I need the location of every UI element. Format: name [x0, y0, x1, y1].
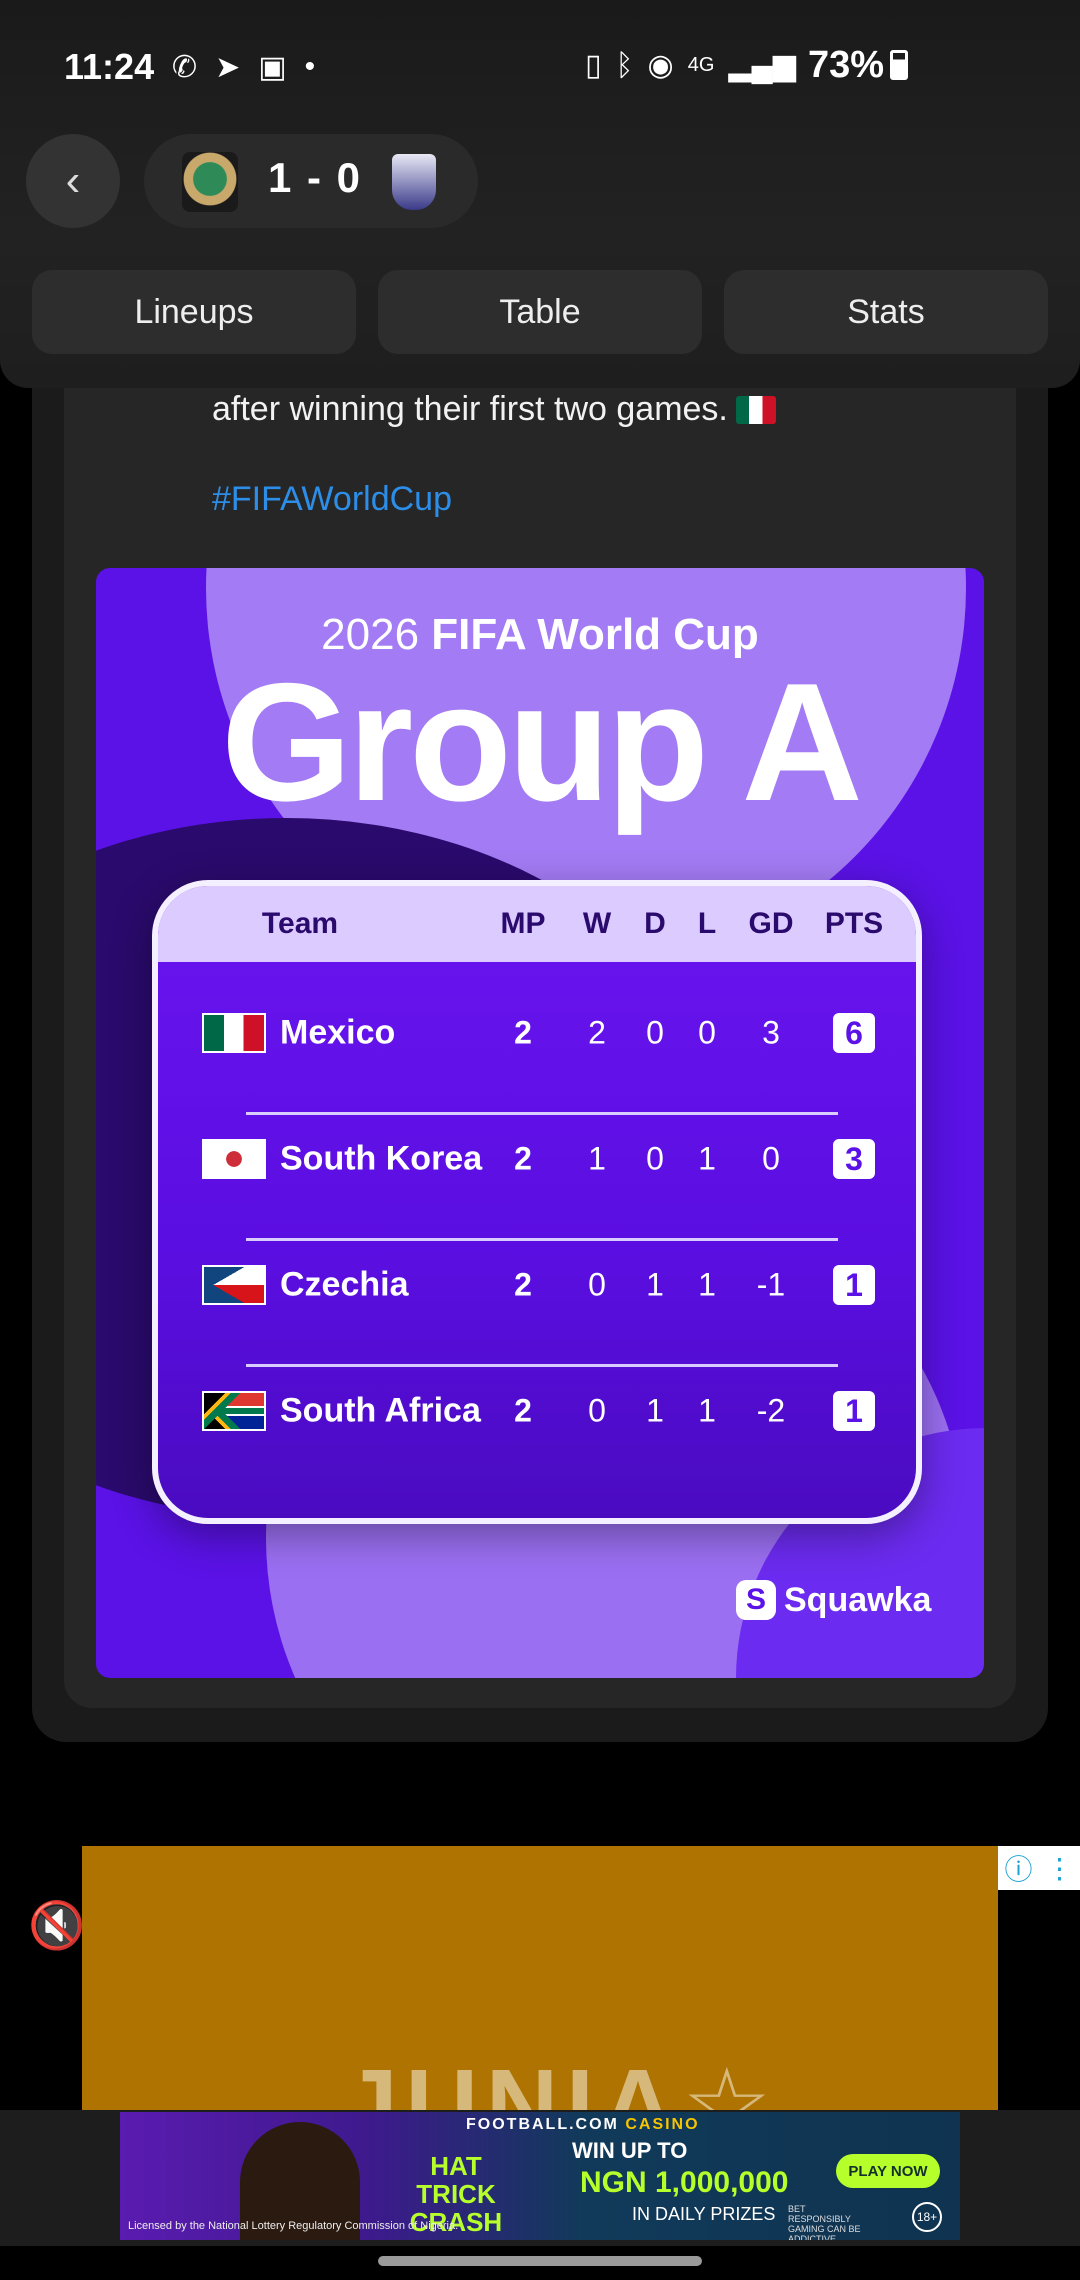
cell-d: 0 [646, 1014, 664, 1051]
cell-w: 0 [588, 1266, 606, 1303]
south-korea-flag-icon [202, 1139, 266, 1179]
post-text: after winning their first two games. [212, 390, 776, 429]
cell-gd: -2 [756, 1392, 786, 1429]
4g-icon: 4G [687, 54, 715, 76]
squawka-logo-icon: S [736, 1580, 776, 1620]
info-icon[interactable]: ⓘ [1004, 1848, 1032, 1888]
whatsapp-icon: ✆ [172, 51, 198, 84]
cell-mp: 2 [514, 1266, 532, 1303]
match-score: 1 - 0 [268, 154, 363, 201]
squawka-brand: S Squawka [736, 1580, 931, 1620]
header-w: W [582, 907, 612, 940]
ad-choices[interactable]: ⓘ ⋮ [998, 1846, 1080, 1890]
signal-icon: ▂▄▆ [728, 49, 796, 82]
cell-d: 1 [646, 1392, 664, 1429]
play-now-button[interactable]: PLAY NOW [836, 2154, 940, 2188]
cell-l: 1 [698, 1266, 716, 1303]
battery-icon [890, 50, 909, 80]
match-tabs: Lineups Table Stats [32, 270, 1048, 354]
back-button[interactable]: ‹ [26, 134, 120, 228]
czechia-flag-icon [202, 1265, 266, 1305]
battery-saver-icon: ▯ [585, 49, 602, 82]
header-d: D [644, 907, 666, 940]
header-team: Team [261, 907, 339, 940]
team-name: South Africa [280, 1391, 481, 1430]
cell-w: 2 [588, 1014, 606, 1051]
ad-amount: NGN 1,000,000 [580, 2166, 789, 2199]
team-name: Czechia [280, 1265, 409, 1304]
cell-l: 0 [698, 1014, 716, 1051]
cell-d: 0 [646, 1140, 664, 1177]
hotspot-icon: ◉ [647, 49, 674, 82]
table-header: Team MP W D L GD PTS [158, 886, 916, 962]
header-mp: MP [500, 907, 546, 940]
tab-lineups[interactable]: Lineups [32, 270, 356, 354]
table-row: Mexico 2 2 0 0 3 6 [158, 970, 916, 1096]
home-indicator[interactable] [378, 2256, 702, 2266]
more-vert-icon[interactable]: ⋮ [1045, 1852, 1073, 1885]
group-a-graphic[interactable]: 2026 FIFA World Cup Group A Team MP W D … [96, 568, 984, 1678]
cell-gd: -1 [756, 1266, 786, 1303]
standings-table: Team MP W D L GD PTS Mexico 2 2 0 0 3 6 … [152, 880, 922, 1524]
cell-d: 1 [646, 1266, 664, 1303]
ad-license-text: Licensed by the National Lottery Regulat… [128, 2220, 459, 2232]
cell-mp: 2 [514, 1392, 532, 1429]
status-time: 11:24 [64, 46, 155, 87]
table-row: South Korea 2 1 0 1 0 3 [158, 1096, 916, 1222]
header-gd: GD [748, 907, 794, 940]
cell-gd: 0 [762, 1140, 780, 1177]
cell-gd: 3 [762, 1014, 780, 1051]
dot-icon: • [304, 50, 316, 83]
tab-stats[interactable]: Stats [724, 270, 1048, 354]
cell-mp: 2 [514, 1140, 532, 1177]
video-ad[interactable]: JUNIA☆ 🔇 ⓘ ⋮ [0, 1846, 1080, 2110]
banner-ad[interactable]: FOOTBALL.COM CASINO HAT TRICK CRASH WIN … [120, 2112, 960, 2240]
telegram-icon: ➤ [215, 51, 241, 84]
ad-brand: FOOTBALL.COM CASINO [466, 2116, 700, 2133]
team-name: South Korea [280, 1139, 483, 1178]
bluetooth-icon: ᛒ [615, 48, 634, 82]
table-row: South Africa 2 0 1 1 -2 1 [158, 1348, 916, 1474]
cell-mp: 2 [514, 1014, 532, 1051]
cell-w: 1 [588, 1140, 606, 1177]
score-pill[interactable]: 1 - 0 [144, 134, 478, 228]
south-africa-flag-icon [202, 1391, 266, 1431]
cell-l: 1 [698, 1140, 716, 1177]
header-pts: PTS [824, 907, 884, 940]
tab-table[interactable]: Table [378, 270, 702, 354]
video-ad-ghost-text: JUNIA☆ [342, 2049, 780, 2110]
ad-win-text: WIN UP TO [572, 2138, 688, 2163]
table-row: Czechia 2 0 1 1 -1 1 [158, 1222, 916, 1348]
korea-crest-icon [392, 154, 436, 210]
chevron-left-icon: ‹ [65, 156, 81, 205]
mexico-flag-icon [202, 1013, 266, 1053]
top-bar: 11:24 ✆ ➤ ▣ • ▯ ᛒ ◉ 4G ▂▄▆ 73% ‹ 1 - 0 L… [0, 0, 1080, 388]
video-ad-frame: JUNIA☆ [82, 1846, 998, 2110]
header-l: L [697, 907, 717, 940]
hashtag-link[interactable]: #FIFAWorldCup [212, 480, 452, 519]
mexico-crest-icon [182, 152, 238, 212]
mexico-flag-emoji [735, 396, 776, 424]
gallery-icon: ▣ [258, 51, 287, 84]
mute-icon[interactable]: 🔇 [28, 1898, 85, 1953]
age-badge: 18+ [912, 2202, 942, 2232]
status-bar: 11:24 ✆ ➤ ▣ • ▯ ᛒ ◉ 4G ▂▄▆ 73% [0, 0, 1080, 130]
battery-indicator: 73% [808, 44, 909, 87]
graphic-title: Group A [221, 648, 863, 836]
ad-responsible-text: BET RESPONSIBLY GAMING CAN BE ADDICTIVE [788, 2204, 861, 2240]
cell-l: 1 [698, 1392, 716, 1429]
ad-prizes: IN DAILY PRIZES [632, 2204, 776, 2224]
cell-w: 0 [588, 1392, 606, 1429]
team-name: Mexico [280, 1013, 396, 1052]
